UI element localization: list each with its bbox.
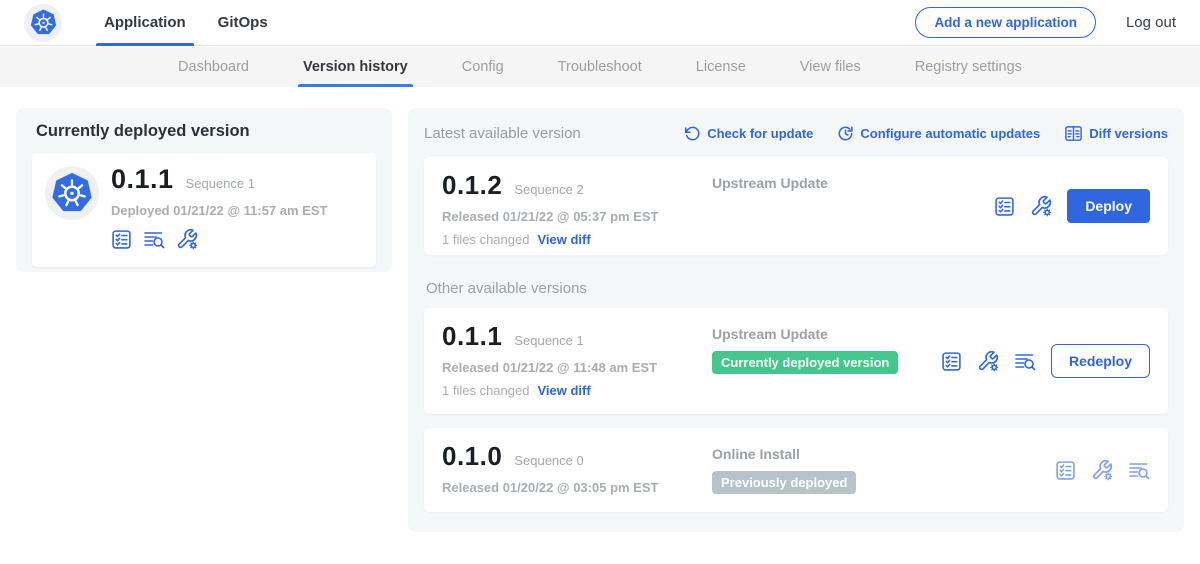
- release-notes-icon[interactable]: [941, 351, 962, 372]
- auto-update-icon: [837, 125, 854, 142]
- deploy-logs-icon[interactable]: [1128, 460, 1150, 481]
- app-logo: [24, 4, 62, 42]
- deploy-button[interactable]: Deploy: [1067, 189, 1150, 223]
- version-history-panel: Latest available version Check for updat…: [408, 108, 1184, 532]
- edit-config-icon[interactable]: [977, 350, 999, 372]
- redeploy-button[interactable]: Redeploy: [1051, 344, 1150, 378]
- kubernetes-logo-icon: [30, 9, 57, 36]
- files-changed-label: 1 files changed: [442, 232, 529, 247]
- release-notes-icon[interactable]: [994, 196, 1015, 217]
- version-number: 0.1.1: [442, 321, 502, 352]
- deploy-logs-icon[interactable]: [143, 228, 165, 250]
- version-source: Upstream Update: [712, 326, 941, 342]
- app-subnav: Dashboard Version history Config Trouble…: [0, 47, 1200, 87]
- deployed-version-number: 0.1.1: [111, 164, 174, 195]
- version-sequence: Sequence 0: [514, 453, 583, 468]
- subnav-license[interactable]: License: [669, 47, 773, 87]
- version-source: Online Install: [712, 446, 1055, 462]
- latest-version-title: Latest available version: [424, 125, 581, 142]
- view-diff-link[interactable]: View diff: [537, 383, 590, 398]
- edit-config-icon[interactable]: [176, 228, 198, 250]
- version-number: 0.1.2: [442, 170, 502, 201]
- view-diff-link[interactable]: View diff: [537, 232, 590, 247]
- version-row-0-1-2: 0.1.2 Sequence 2 Released 01/21/22 @ 05:…: [424, 157, 1168, 255]
- subnav-troubleshoot[interactable]: Troubleshoot: [531, 47, 669, 87]
- subnav-view-files[interactable]: View files: [773, 47, 888, 87]
- tab-gitops[interactable]: GitOps: [202, 0, 284, 46]
- tab-application[interactable]: Application: [88, 0, 202, 46]
- edit-config-icon[interactable]: [1091, 459, 1113, 481]
- add-application-button[interactable]: Add a new application: [915, 7, 1096, 38]
- currently-deployed-card: Currently deployed version 0.1.1 Sequenc…: [16, 108, 392, 272]
- currently-deployed-version-card: 0.1.1 Sequence 1 Deployed 01/21/22 @ 11:…: [32, 153, 376, 267]
- deploy-logs-icon[interactable]: [1014, 351, 1036, 372]
- other-versions-title: Other available versions: [426, 280, 1168, 297]
- version-released: Released 01/20/22 @ 03:05 pm EST: [442, 480, 698, 495]
- diff-versions-link[interactable]: Diff versions: [1064, 124, 1168, 143]
- diff-versions-icon: [1064, 124, 1083, 143]
- files-changed-label: 1 files changed: [442, 383, 529, 398]
- check-update-icon: [684, 125, 701, 142]
- subnav-dashboard[interactable]: Dashboard: [151, 47, 276, 87]
- app-header: Application GitOps Add a new application…: [0, 0, 1200, 46]
- edit-config-icon[interactable]: [1030, 195, 1052, 217]
- version-sequence: Sequence 2: [514, 182, 583, 197]
- kubernetes-logo-icon: [51, 172, 93, 214]
- deployed-version-sequence: Sequence 1: [186, 176, 255, 191]
- previously-deployed-badge: Previously deployed: [712, 471, 856, 494]
- diff-versions-label: Diff versions: [1089, 126, 1168, 141]
- version-row-0-1-0: 0.1.0 Sequence 0 Released 01/20/22 @ 03:…: [424, 428, 1168, 512]
- release-notes-icon[interactable]: [1055, 460, 1076, 481]
- check-for-update-link[interactable]: Check for update: [684, 125, 813, 142]
- check-for-update-label: Check for update: [707, 126, 813, 141]
- version-number: 0.1.0: [442, 441, 502, 472]
- release-notes-icon[interactable]: [111, 228, 132, 250]
- app-avatar: [45, 166, 99, 220]
- deployed-timestamp: Deployed 01/21/22 @ 11:57 am EST: [111, 203, 327, 218]
- currently-deployed-title: Currently deployed version: [32, 122, 376, 141]
- currently-deployed-badge: Currently deployed version: [712, 351, 898, 374]
- version-source: Upstream Update: [712, 175, 994, 191]
- version-released: Released 01/21/22 @ 11:48 am EST: [442, 360, 698, 375]
- version-sequence: Sequence 1: [514, 333, 583, 348]
- subnav-version-history[interactable]: Version history: [276, 47, 435, 87]
- configure-automatic-updates-link[interactable]: Configure automatic updates: [837, 125, 1040, 142]
- subnav-registry-settings[interactable]: Registry settings: [888, 47, 1049, 87]
- version-released: Released 01/21/22 @ 05:37 pm EST: [442, 209, 698, 224]
- configure-automatic-updates-label: Configure automatic updates: [860, 126, 1040, 141]
- logout-button[interactable]: Log out: [1126, 14, 1176, 31]
- version-row-0-1-1: 0.1.1 Sequence 1 Released 01/21/22 @ 11:…: [424, 308, 1168, 414]
- subnav-config[interactable]: Config: [435, 47, 531, 87]
